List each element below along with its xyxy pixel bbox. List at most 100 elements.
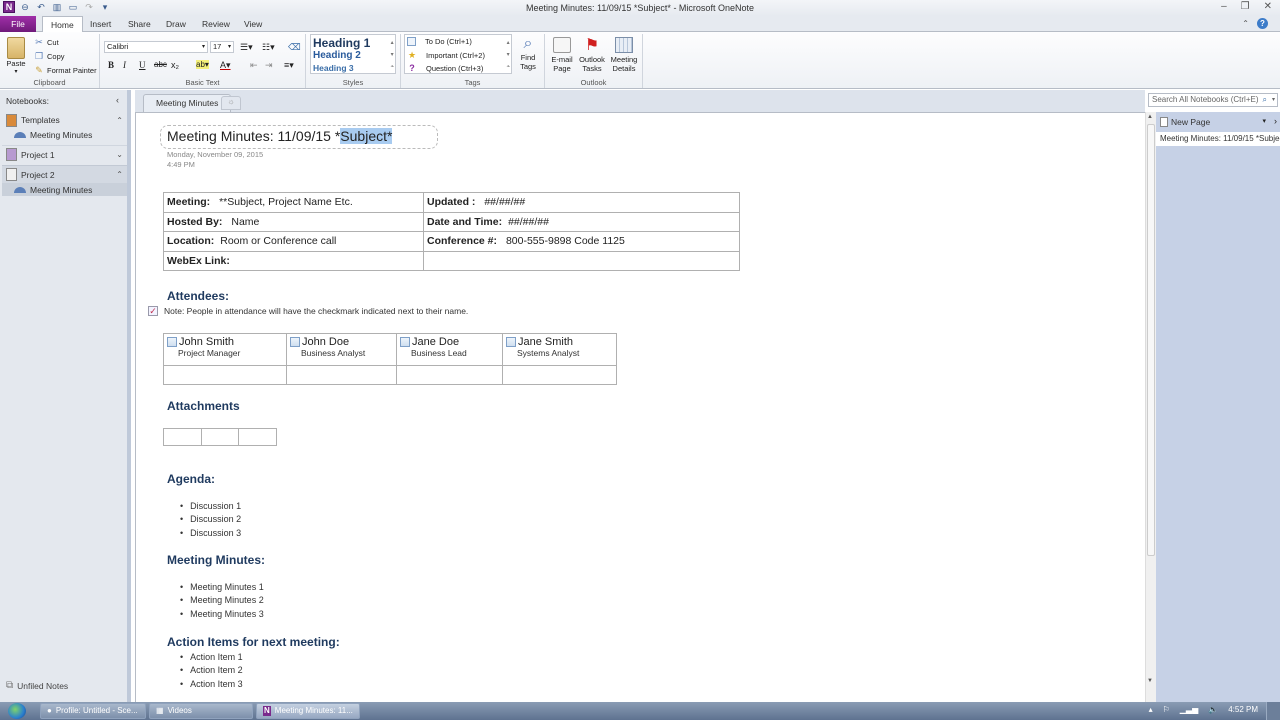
clear-formatting-icon[interactable]: ⌫ [288, 42, 301, 53]
styles-scroll[interactable]: ▴ ▾ ⩡ [391, 37, 394, 73]
search-input[interactable]: Search All Notebooks (Ctrl+E) ⌕ ▾ [1148, 93, 1278, 107]
show-hidden-icons[interactable]: ▴ [1149, 705, 1153, 714]
decrease-indent-icon[interactable]: ⇤ [250, 60, 258, 71]
attendee-cell[interactable]: Jane Smith Systems Analyst [502, 333, 617, 366]
taskbar-item-onenote[interactable]: N Meeting Minutes: 11... [256, 703, 360, 719]
format-painter-button[interactable]: ✎ Format Painter [34, 65, 96, 75]
numbering-icon[interactable]: ☷▾ [262, 42, 275, 53]
new-page-dropdown-icon[interactable]: ▾ [1262, 117, 1266, 125]
notebook-project-2[interactable]: Project 2 ⌃ [2, 165, 127, 183]
tab-insert[interactable]: Insert [82, 16, 119, 32]
increase-indent-icon[interactable]: ⇥ [265, 60, 273, 71]
list-item[interactable]: Discussion 1 [180, 500, 241, 513]
page-list-item[interactable]: Meeting Minutes: 11/09/15 *Subject* [1156, 132, 1280, 146]
tab-review[interactable]: Review [194, 16, 238, 32]
action-center-icon[interactable]: ⚐ [1163, 705, 1170, 714]
table-cell[interactable] [163, 365, 287, 385]
list-item[interactable]: Meeting Minutes 3 [180, 608, 264, 621]
tab-share[interactable]: Share [120, 16, 159, 32]
table-cell[interactable] [502, 365, 617, 385]
outlook-tasks-button[interactable]: ⚑ Outlook Tasks [576, 37, 608, 73]
minimize-ribbon-icon[interactable]: ⌃ [1242, 19, 1249, 28]
copy-button[interactable]: ❐ Copy [34, 51, 65, 61]
tab-file[interactable]: File [0, 16, 36, 32]
page-title[interactable]: Meeting Minutes: 11/09/15 *Subject* [167, 128, 393, 144]
attendance-checkbox[interactable] [506, 337, 516, 347]
font-family-select[interactable]: Calibri ▾ [104, 41, 208, 53]
style-heading-3[interactable]: Heading 3 [313, 63, 354, 73]
font-color-icon[interactable]: A▾ [220, 60, 231, 71]
attendance-checkbox[interactable] [167, 337, 177, 347]
minimize-icon[interactable]: – [1221, 1, 1227, 12]
list-item[interactable]: Action Item 1 [180, 651, 243, 664]
notebook-templates[interactable]: Templates ⌃ [2, 111, 127, 129]
attendee-cell[interactable]: John Smith Project Manager [163, 333, 287, 366]
tab-home[interactable]: Home [42, 16, 83, 33]
table-cell[interactable]: WebEx Link: [163, 250, 424, 271]
list-item[interactable]: Discussion 3 [180, 527, 241, 540]
paste-button[interactable]: Paste ▾ [5, 37, 27, 75]
underline-button[interactable]: U [139, 60, 146, 70]
attendee-cell[interactable]: John Doe Business Analyst [286, 333, 397, 366]
table-cell[interactable] [286, 365, 397, 385]
chevron-up-icon[interactable]: ⌃ [116, 170, 123, 179]
table-cell[interactable] [423, 250, 740, 271]
help-icon[interactable]: ? [1257, 18, 1268, 29]
taskbar-item-videos[interactable]: ▦ Videos [149, 703, 253, 719]
checked-checkbox-icon[interactable]: ✓ [148, 306, 158, 316]
highlight-icon[interactable]: ab▾ [196, 60, 209, 69]
collapse-nav-icon[interactable]: ‹ [116, 95, 119, 105]
unfiled-notes[interactable]: ⧉ Unfiled Notes [6, 680, 68, 691]
close-icon[interactable]: ✕ [1264, 1, 1272, 12]
cut-button[interactable]: ✂ Cut [34, 37, 58, 47]
section-project-2-meeting-minutes[interactable]: Meeting Minutes [2, 183, 127, 196]
table-cell[interactable] [163, 428, 202, 446]
attendance-checkbox[interactable] [290, 337, 300, 347]
vertical-scrollbar[interactable]: ▲ ▼ [1145, 112, 1156, 702]
taskbar-item-profile[interactable]: ● Profile: Untitled - Sce... [40, 703, 146, 719]
collapse-page-pane-icon[interactable]: › [1274, 116, 1277, 126]
table-cell[interactable]: Conference #: 800-555-9898 Code 1125 [423, 231, 740, 252]
clock[interactable]: 4:52 PM [1228, 705, 1258, 714]
chevron-up-icon[interactable]: ⌃ [116, 116, 123, 125]
network-icon[interactable]: ▁▃▅ [1180, 705, 1198, 714]
font-size-select[interactable]: 17 ▾ [210, 41, 234, 53]
table-cell[interactable]: Hosted By: Name [163, 211, 424, 232]
attendance-checkbox[interactable] [400, 337, 410, 347]
list-item[interactable]: Action Item 3 [180, 678, 243, 691]
section-tab-meeting-minutes[interactable]: Meeting Minutes [143, 94, 232, 112]
list-item[interactable]: Action Item 2 [180, 664, 243, 677]
bold-button[interactable]: B [108, 60, 114, 70]
tab-view[interactable]: View [236, 16, 270, 32]
table-cell[interactable] [396, 365, 503, 385]
table-cell[interactable]: Updated : ##/##/## [423, 192, 740, 213]
list-item[interactable]: Meeting Minutes 2 [180, 594, 264, 607]
bullets-icon[interactable]: ☰▾ [240, 42, 253, 53]
italic-button[interactable]: I [123, 60, 126, 70]
subscript-button[interactable]: x₂ [171, 60, 179, 70]
align-icon[interactable]: ≡▾ [284, 60, 294, 71]
volume-icon[interactable]: 🔈 [1208, 705, 1218, 714]
show-desktop-button[interactable] [1266, 702, 1280, 720]
table-cell[interactable]: Date and Time: ##/##/## [423, 211, 740, 232]
strikethrough-button[interactable]: abc [154, 60, 167, 69]
new-section-tab[interactable]: ☼ [221, 96, 241, 110]
start-button[interactable] [8, 703, 26, 719]
chevron-down-icon[interactable]: ⌄ [116, 150, 123, 159]
table-cell[interactable] [200, 428, 240, 446]
list-item[interactable]: Meeting Minutes 1 [180, 581, 264, 594]
meeting-details-button[interactable]: Meeting Details [608, 37, 640, 73]
table-cell[interactable]: Meeting: **Subject, Project Name Etc. [163, 192, 424, 213]
table-cell[interactable] [238, 428, 277, 446]
table-cell[interactable]: Location: Room or Conference call [163, 231, 424, 252]
scroll-up-icon[interactable]: ▲ [1147, 114, 1153, 120]
style-heading-1[interactable]: Heading 1 [313, 36, 370, 50]
scroll-thumb[interactable] [1147, 124, 1155, 556]
attendee-cell[interactable]: Jane Doe Business Lead [396, 333, 503, 366]
email-page-button[interactable]: E-mail Page [549, 37, 575, 73]
notebook-project-1[interactable]: Project 1 ⌄ [2, 145, 127, 163]
section-templates-meeting-minutes[interactable]: Meeting Minutes [2, 128, 127, 141]
search-icon[interactable]: ⌕ [1263, 94, 1267, 106]
scroll-down-icon[interactable]: ▼ [1147, 678, 1153, 684]
search-scope-dropdown-icon[interactable]: ▾ [1272, 94, 1275, 106]
